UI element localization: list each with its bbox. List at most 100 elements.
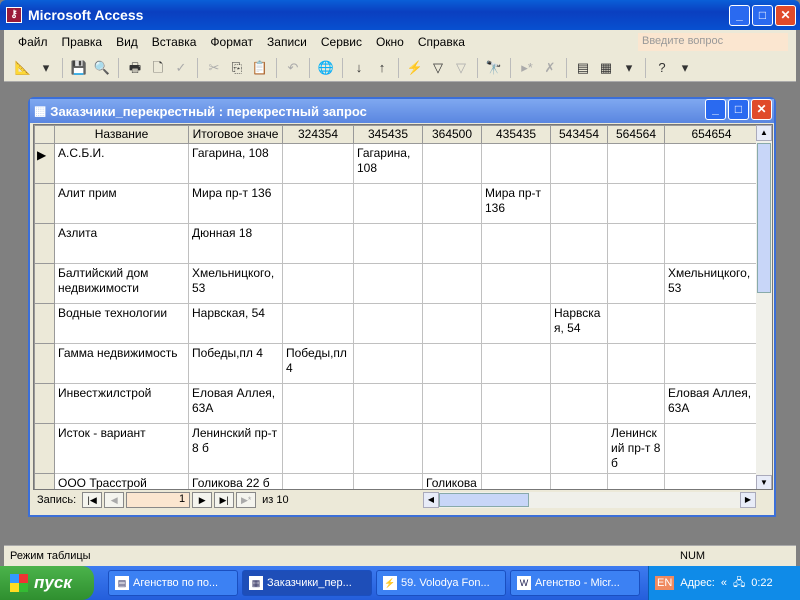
table-cell[interactable]: Голикова 22 б [188, 473, 283, 489]
menu-help[interactable]: Справка [418, 35, 465, 49]
table-cell[interactable]: Исток - вариант [54, 423, 189, 474]
table-cell[interactable] [422, 263, 482, 304]
taskbar-item[interactable]: ▤ Агенство по по... [108, 570, 238, 596]
table-cell[interactable] [550, 423, 608, 474]
ask-question-input[interactable]: Введите вопрос [638, 33, 788, 51]
table-cell[interactable] [481, 143, 551, 184]
table-cell[interactable]: Ленинский пр-т 8 б [188, 423, 283, 474]
table-cell[interactable]: Ленинск ий пр-т 8 б [607, 423, 665, 474]
child-close-button[interactable]: ✕ [751, 99, 772, 120]
table-cell[interactable]: Хмельницкого, 53 [188, 263, 283, 304]
table-cell[interactable] [353, 343, 423, 384]
delete-record-icon[interactable]: ✗ [541, 59, 559, 77]
print-icon[interactable]: 🖶 [126, 59, 144, 77]
new-record-icon[interactable]: ▸* [518, 59, 536, 77]
minimize-button[interactable]: _ [729, 5, 750, 26]
table-cell[interactable] [550, 223, 608, 264]
current-record-input[interactable]: 1 [126, 492, 191, 508]
table-cell[interactable] [664, 473, 759, 489]
last-record-button[interactable]: ▶| [214, 492, 235, 508]
table-cell[interactable] [664, 303, 759, 344]
table-cell[interactable] [282, 143, 354, 184]
column-header[interactable]: Итоговое значе [188, 125, 283, 144]
table-cell[interactable]: Азлита [54, 223, 189, 264]
taskbar-item[interactable]: ⚡ 59. Volodya Fon... [376, 570, 506, 596]
table-cell[interactable] [282, 223, 354, 264]
menu-tools[interactable]: Сервис [321, 35, 362, 49]
row-selector[interactable] [34, 263, 55, 304]
table-cell[interactable]: Нарвска я, 54 [550, 303, 608, 344]
table-cell[interactable] [422, 223, 482, 264]
table-cell[interactable] [481, 473, 551, 489]
table-cell[interactable]: Нарвская, 54 [188, 303, 283, 344]
table-cell[interactable] [481, 383, 551, 424]
taskbar-item[interactable]: ▦ Заказчики_пер... [242, 570, 372, 596]
column-header[interactable]: 435435 [481, 125, 551, 144]
table-cell[interactable] [607, 223, 665, 264]
table-cell[interactable] [353, 223, 423, 264]
horizontal-scrollbar[interactable]: ◀ ▶ [423, 492, 756, 508]
scroll-left-button[interactable]: ◀ [423, 492, 439, 508]
scroll-right-button[interactable]: ▶ [740, 492, 756, 508]
table-cell[interactable] [282, 423, 354, 474]
table-cell[interactable] [607, 303, 665, 344]
help-icon[interactable]: ? [653, 59, 671, 77]
vertical-scroll-thumb[interactable] [757, 143, 771, 293]
table-cell[interactable] [607, 143, 665, 184]
scroll-up-button[interactable]: ▲ [756, 125, 772, 141]
menu-view[interactable]: Вид [116, 35, 138, 49]
menu-window[interactable]: Окно [376, 35, 404, 49]
table-cell[interactable] [550, 473, 608, 489]
filter-by-form-icon[interactable]: ▽ [429, 59, 447, 77]
table-cell[interactable]: Водные технологии [54, 303, 189, 344]
table-cell[interactable] [481, 343, 551, 384]
table-cell[interactable]: Алит прим [54, 183, 189, 224]
row-selector[interactable] [34, 473, 55, 489]
table-cell[interactable]: Дюнная 18 [188, 223, 283, 264]
hyperlink-icon[interactable]: 🌐 [317, 59, 335, 77]
print-preview-icon[interactable]: 🗋 [149, 59, 167, 77]
new-record-button[interactable]: ▶* [236, 492, 257, 508]
table-cell[interactable] [282, 303, 354, 344]
table-cell[interactable]: Мира пр-т 136 [188, 183, 283, 224]
network-icon[interactable]: 🖧 [733, 574, 745, 593]
table-cell[interactable] [353, 383, 423, 424]
table-cell[interactable] [481, 303, 551, 344]
table-cell[interactable] [607, 183, 665, 224]
sort-ascending-icon[interactable]: ↓ [350, 59, 368, 77]
table-cell[interactable] [481, 423, 551, 474]
table-cell[interactable] [664, 143, 759, 184]
table-cell[interactable] [353, 183, 423, 224]
table-cell[interactable] [664, 183, 759, 224]
new-object-icon[interactable]: ▦ [597, 59, 615, 77]
table-cell[interactable] [550, 183, 608, 224]
tray-expand-icon[interactable]: « [721, 577, 727, 589]
table-cell[interactable]: Еловая Аллея, 63А [188, 383, 283, 424]
table-cell[interactable] [550, 263, 608, 304]
vertical-scrollbar[interactable]: ▲ ▼ [756, 125, 772, 489]
row-selector[interactable] [34, 343, 55, 384]
menu-insert[interactable]: Вставка [152, 35, 197, 49]
table-cell[interactable]: Победы,пл 4 [188, 343, 283, 384]
row-selector[interactable] [34, 303, 55, 344]
child-minimize-button[interactable]: _ [705, 99, 726, 120]
table-cell[interactable]: Гамма недвижимость [54, 343, 189, 384]
start-button[interactable]: пуск [0, 566, 94, 600]
dropdown-icon[interactable]: ▾ [37, 59, 55, 77]
horizontal-scroll-thumb[interactable] [439, 493, 529, 507]
table-cell[interactable] [607, 343, 665, 384]
table-cell[interactable] [422, 143, 482, 184]
table-cell[interactable] [550, 143, 608, 184]
save-icon[interactable]: 💾 [70, 59, 88, 77]
dropdown-icon[interactable]: ▾ [676, 59, 694, 77]
table-cell[interactable]: А.С.Б.И. [54, 143, 189, 184]
table-cell[interactable]: Инвестжилстрой [54, 383, 189, 424]
column-header[interactable]: 324354 [282, 125, 354, 144]
table-cell[interactable] [282, 183, 354, 224]
undo-icon[interactable]: ↶ [284, 59, 302, 77]
table-cell[interactable] [550, 343, 608, 384]
row-selector[interactable] [34, 383, 55, 424]
table-cell[interactable] [422, 303, 482, 344]
maximize-button[interactable]: □ [752, 5, 773, 26]
table-cell[interactable] [607, 473, 665, 489]
